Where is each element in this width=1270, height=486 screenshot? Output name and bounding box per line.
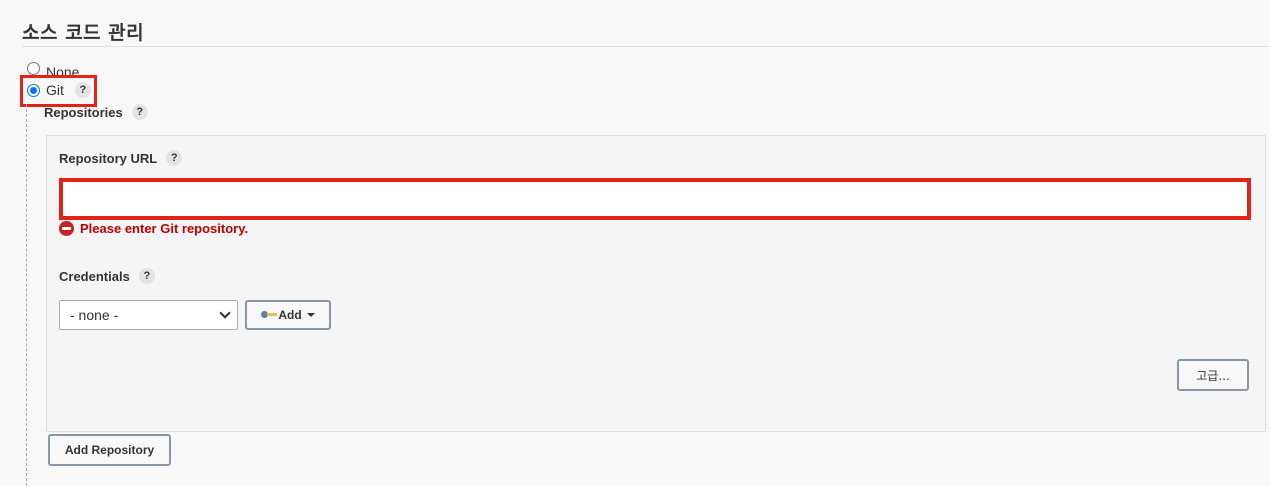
repository-url-label: Repository URL ? bbox=[59, 150, 183, 166]
key-icon bbox=[261, 311, 278, 319]
repositories-help-icon[interactable]: ? bbox=[131, 104, 148, 120]
add-repository-button[interactable]: Add Repository bbox=[48, 434, 171, 466]
repository-url-input[interactable] bbox=[59, 178, 1251, 220]
credentials-select-value: - none - bbox=[70, 307, 119, 323]
git-highlight-box bbox=[20, 75, 97, 107]
repositories-label: Repositories ? bbox=[44, 104, 148, 120]
credentials-label: Credentials ? bbox=[59, 268, 155, 284]
repository-url-label-text: Repository URL bbox=[59, 150, 158, 166]
caret-down-icon bbox=[306, 313, 315, 317]
credentials-label-text: Credentials bbox=[59, 268, 130, 284]
add-credentials-button[interactable]: Add bbox=[245, 300, 331, 330]
error-icon bbox=[59, 221, 74, 236]
credentials-select[interactable]: - none - bbox=[59, 300, 238, 330]
nested-section-line bbox=[26, 104, 27, 486]
section-title: 소스 코드 관리 bbox=[22, 22, 145, 44]
add-credentials-label: Add bbox=[278, 308, 302, 322]
none-radio-label: None bbox=[46, 63, 80, 75]
credentials-help-icon[interactable]: ? bbox=[138, 268, 155, 284]
none-radio[interactable] bbox=[27, 62, 40, 75]
repository-url-error: Please enter Git repository. bbox=[59, 221, 248, 236]
advanced-button[interactable]: 고급... bbox=[1177, 359, 1249, 391]
scm-option-none[interactable]: None bbox=[27, 62, 79, 75]
section-divider bbox=[22, 46, 1268, 47]
repository-url-help-icon[interactable]: ? bbox=[166, 150, 183, 166]
repository-url-error-text: Please enter Git repository. bbox=[80, 221, 249, 236]
chevron-down-icon bbox=[219, 307, 231, 319]
scm-config-page: 소스 코드 관리 None Git ? Repositories ? Repos… bbox=[0, 0, 1270, 486]
repositories-label-text: Repositories bbox=[44, 104, 123, 120]
